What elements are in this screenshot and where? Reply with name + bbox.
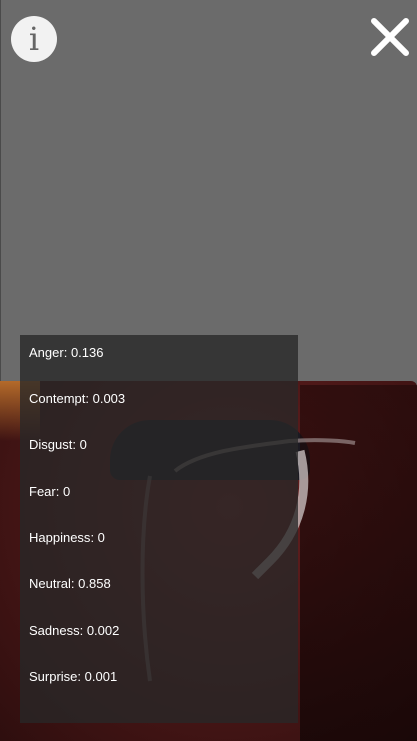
emotion-value: 0: [97, 530, 105, 545]
emotion-row-disgust: Disgust0: [29, 437, 87, 452]
emotion-label: Sadness: [29, 623, 87, 638]
emotion-row-contempt: Contempt0.003: [29, 391, 125, 406]
emotion-value: 0.136: [70, 345, 104, 360]
emotion-value: 0: [79, 437, 87, 452]
emotion-value: 0.003: [92, 391, 126, 406]
emotion-value: 0: [62, 484, 71, 499]
emotion-label: Fear: [29, 484, 63, 499]
background: [0, 0, 417, 381]
emotion-row-surprise: Surprise0.001: [29, 669, 117, 684]
emotion-value: 0.002: [86, 623, 120, 638]
emotion-row-neutral: Neutral0.858: [29, 576, 111, 591]
emotion-panel: Anger0.136 Contempt0.003 Disgust0 Fear0 …: [20, 335, 298, 723]
emotion-label: Happiness: [29, 530, 98, 545]
emotion-label: Contempt: [29, 391, 93, 406]
info-icon: i: [28, 20, 40, 58]
emotion-value: 0.858: [78, 576, 111, 591]
emotion-row-fear: Fear0: [29, 484, 70, 499]
emotion-label: Disgust: [29, 437, 80, 452]
emotion-row-happiness: Happiness0: [29, 530, 105, 545]
close-icon: [371, 18, 409, 56]
info-button[interactable]: i: [11, 16, 57, 62]
emotion-row-anger: Anger0.136: [29, 345, 103, 360]
emotion-label: Anger: [29, 345, 71, 360]
emotion-label: Surprise: [29, 669, 85, 684]
emotion-row-sadness: Sadness0.002: [29, 623, 119, 638]
emotion-value: 0.001: [84, 669, 118, 684]
close-button[interactable]: [369, 16, 411, 58]
edge-line: [0, 0, 1, 381]
emotion-label: Neutral: [29, 576, 78, 591]
